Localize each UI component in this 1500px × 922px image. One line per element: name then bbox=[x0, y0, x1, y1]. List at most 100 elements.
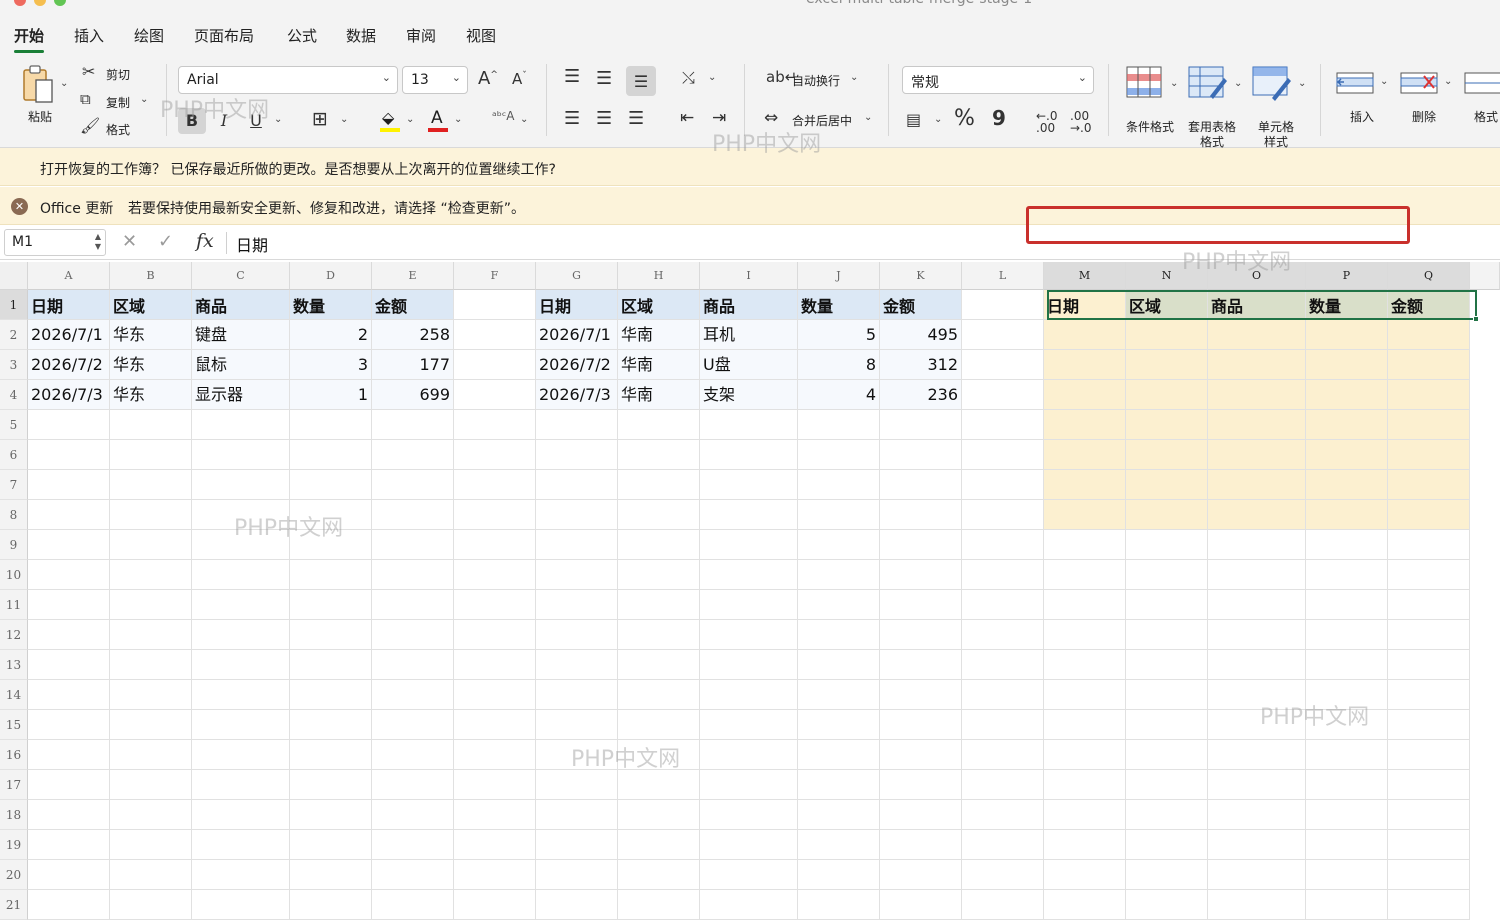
cell-p12[interactable] bbox=[1306, 620, 1388, 650]
borders-dropdown-icon[interactable]: ⌄ bbox=[340, 114, 348, 125]
cell-l3[interactable] bbox=[962, 350, 1044, 380]
cell-b21[interactable] bbox=[110, 890, 192, 920]
cell-n15[interactable] bbox=[1126, 710, 1208, 740]
cell-a17[interactable] bbox=[28, 770, 110, 800]
cell-d2[interactable]: 2 bbox=[290, 320, 372, 350]
cell-o3[interactable] bbox=[1208, 350, 1306, 380]
cell-b1[interactable]: 区域 bbox=[110, 290, 192, 320]
merge-dropdown-icon[interactable]: ⌄ bbox=[864, 112, 872, 123]
cell-i6[interactable] bbox=[700, 440, 798, 470]
cell-a10[interactable] bbox=[28, 560, 110, 590]
cell-f4[interactable] bbox=[454, 380, 536, 410]
cell-e20[interactable] bbox=[372, 860, 454, 890]
cell-j17[interactable] bbox=[798, 770, 880, 800]
cell-n11[interactable] bbox=[1126, 590, 1208, 620]
cell-i9[interactable] bbox=[700, 530, 798, 560]
cell-n21[interactable] bbox=[1126, 890, 1208, 920]
wrap-text-dropdown-icon[interactable]: ⌄ bbox=[850, 72, 858, 83]
cell-p2[interactable] bbox=[1306, 320, 1388, 350]
cell-e5[interactable] bbox=[372, 410, 454, 440]
cell-o10[interactable] bbox=[1208, 560, 1306, 590]
cell-p13[interactable] bbox=[1306, 650, 1388, 680]
tab-formulas[interactable]: 公式 bbox=[287, 25, 317, 46]
cell-c5[interactable] bbox=[192, 410, 290, 440]
cell-d13[interactable] bbox=[290, 650, 372, 680]
tab-data[interactable]: 数据 bbox=[346, 25, 376, 46]
enter-icon[interactable]: ✓ bbox=[158, 231, 173, 252]
cell-p8[interactable] bbox=[1306, 500, 1388, 530]
cell-k19[interactable] bbox=[880, 830, 962, 860]
cell-l1[interactable] bbox=[962, 290, 1044, 320]
column-header-m[interactable]: M bbox=[1044, 262, 1126, 290]
font-color-dropdown-icon[interactable]: ⌄ bbox=[454, 114, 462, 125]
cell-c8[interactable] bbox=[192, 500, 290, 530]
column-header-a[interactable]: A bbox=[28, 262, 110, 290]
increase-indent-icon[interactable]: ⇥ bbox=[712, 110, 726, 127]
cell-i3[interactable]: U盘 bbox=[700, 350, 798, 380]
cell-f7[interactable] bbox=[454, 470, 536, 500]
cell-h10[interactable] bbox=[618, 560, 700, 590]
cell-e12[interactable] bbox=[372, 620, 454, 650]
cell-q2[interactable] bbox=[1388, 320, 1470, 350]
scissors-icon[interactable]: ✂ bbox=[82, 64, 95, 80]
tab-review[interactable]: 审阅 bbox=[406, 25, 436, 46]
cell-o21[interactable] bbox=[1208, 890, 1306, 920]
cell-i15[interactable] bbox=[700, 710, 798, 740]
cell-a15[interactable] bbox=[28, 710, 110, 740]
row-header-13[interactable]: 13 bbox=[0, 650, 28, 680]
cell-f15[interactable] bbox=[454, 710, 536, 740]
cell-h8[interactable] bbox=[618, 500, 700, 530]
cell-e18[interactable] bbox=[372, 800, 454, 830]
formula-input[interactable]: 日期 bbox=[236, 232, 268, 256]
cell-m14[interactable] bbox=[1044, 680, 1126, 710]
cell-f11[interactable] bbox=[454, 590, 536, 620]
cell-b7[interactable] bbox=[110, 470, 192, 500]
cell-b10[interactable] bbox=[110, 560, 192, 590]
cell-n2[interactable] bbox=[1126, 320, 1208, 350]
row-header-17[interactable]: 17 bbox=[0, 770, 28, 800]
phonetic-dropdown-icon[interactable]: ⌄ bbox=[520, 114, 528, 125]
column-header-h[interactable]: H bbox=[618, 262, 700, 290]
cell-f13[interactable] bbox=[454, 650, 536, 680]
cell-m13[interactable] bbox=[1044, 650, 1126, 680]
cell-b16[interactable] bbox=[110, 740, 192, 770]
cell-h11[interactable] bbox=[618, 590, 700, 620]
cell-l2[interactable] bbox=[962, 320, 1044, 350]
cell-k5[interactable] bbox=[880, 410, 962, 440]
cell-styles-button[interactable]: ⌄ 单元格 样式 bbox=[1250, 64, 1310, 149]
cell-e14[interactable] bbox=[372, 680, 454, 710]
cell-n20[interactable] bbox=[1126, 860, 1208, 890]
cell-h16[interactable] bbox=[618, 740, 700, 770]
cell-p20[interactable] bbox=[1306, 860, 1388, 890]
borders-icon[interactable]: ⊞ bbox=[312, 110, 328, 129]
cell-p1[interactable]: 数量 bbox=[1306, 290, 1388, 320]
cell-a12[interactable] bbox=[28, 620, 110, 650]
cell-k14[interactable] bbox=[880, 680, 962, 710]
cell-l9[interactable] bbox=[962, 530, 1044, 560]
format-cells-button[interactable]: 格式 bbox=[1462, 64, 1500, 134]
cell-l7[interactable] bbox=[962, 470, 1044, 500]
comma-style-button[interactable]: 9 bbox=[992, 108, 1006, 128]
cell-j4[interactable]: 4 bbox=[798, 380, 880, 410]
cell-l6[interactable] bbox=[962, 440, 1044, 470]
cell-m10[interactable] bbox=[1044, 560, 1126, 590]
cell-d1[interactable]: 数量 bbox=[290, 290, 372, 320]
cell-i4[interactable]: 支架 bbox=[700, 380, 798, 410]
cell-b17[interactable] bbox=[110, 770, 192, 800]
cell-c6[interactable] bbox=[192, 440, 290, 470]
cell-c4[interactable]: 显示器 bbox=[192, 380, 290, 410]
cell-i21[interactable] bbox=[700, 890, 798, 920]
cell-p17[interactable] bbox=[1306, 770, 1388, 800]
cell-q1[interactable]: 金额 bbox=[1388, 290, 1470, 320]
cell-g17[interactable] bbox=[536, 770, 618, 800]
cell-b13[interactable] bbox=[110, 650, 192, 680]
cell-o5[interactable] bbox=[1208, 410, 1306, 440]
cell-j16[interactable] bbox=[798, 740, 880, 770]
cell-b2[interactable]: 华东 bbox=[110, 320, 192, 350]
cell-q20[interactable] bbox=[1388, 860, 1470, 890]
column-header-c[interactable]: C bbox=[192, 262, 290, 290]
cell-f16[interactable] bbox=[454, 740, 536, 770]
format-painter-button[interactable]: 格式 bbox=[106, 121, 130, 138]
cell-c9[interactable] bbox=[192, 530, 290, 560]
cell-k20[interactable] bbox=[880, 860, 962, 890]
